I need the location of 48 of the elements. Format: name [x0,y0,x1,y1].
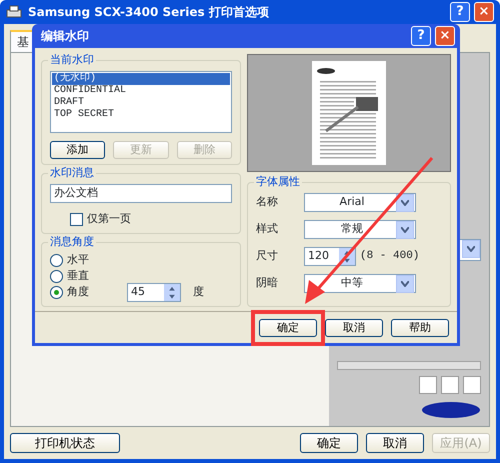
list-item[interactable]: CONFIDENTIAL [52,85,230,97]
field-label: 阴暗 [256,275,279,292]
radio-label: 角度 [67,284,90,300]
help-button[interactable]: ? [411,26,431,46]
close-button[interactable]: × [474,2,494,22]
list-item[interactable]: TOP SECRET [52,109,230,121]
dialog-title: 编辑水印 [41,28,89,45]
radio-label: 水平 [67,252,90,268]
button[interactable]: 确定 [300,433,358,453]
button[interactable]: 确定 [259,319,317,337]
help-button[interactable]: ? [450,2,470,22]
field-label: 样式 [256,221,279,238]
button[interactable]: 取消 [366,433,424,453]
dropdown-field[interactable]: Arial [304,193,416,212]
close-button[interactable]: × [435,26,455,46]
group-label: 当前水印 [48,53,96,67]
field-value: 120 [308,248,330,264]
logo-icon [421,400,481,420]
group-label: 水印消息 [48,166,96,180]
radio-label: 垂直 [67,268,90,284]
spin-up-icon[interactable] [164,284,180,292]
radio-button[interactable] [50,270,63,283]
button[interactable]: 帮助 [391,319,449,337]
window-title: Samsung SCX-3400 Series 打印首选项 [28,4,269,21]
field-label: 尺寸 [256,248,279,264]
printer-icon [6,4,22,20]
size-spin-field[interactable]: 120 [304,247,356,266]
range-hint: (8 - 400) [360,249,420,264]
checkbox[interactable] [70,212,83,226]
button[interactable]: 添加 [50,141,106,159]
message-field[interactable]: 办公文档 [50,184,232,203]
angle-spin-field[interactable]: 45 [127,283,181,302]
field-value: Arial [338,194,366,210]
group-label: 字体属性 [254,175,302,189]
radio-button[interactable] [50,254,63,267]
dropdown-field[interactable]: 中等 [304,274,416,293]
field-value: 45 [131,284,146,300]
unit-label: 度 [193,284,204,300]
checkbox-label: 仅第一页 [87,211,131,227]
button[interactable]: 取消 [325,319,383,337]
field-value: 中等 [340,275,364,292]
dropdown-field[interactable]: 常规 [304,220,416,239]
button[interactable]: 打印机状态 [10,433,120,453]
group-label: 消息角度 [48,234,96,248]
list-item[interactable]: DRAFT [52,97,230,109]
radio-button[interactable] [50,286,63,299]
field-label: 名称 [256,194,279,210]
field-value: 常规 [340,221,364,238]
